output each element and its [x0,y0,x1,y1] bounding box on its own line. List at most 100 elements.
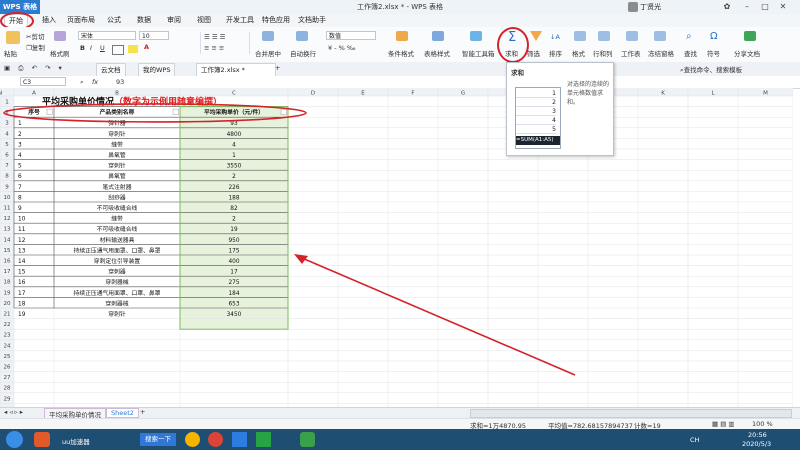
cut-button[interactable]: ✂剪切 [26,31,44,41]
align-icons[interactable]: ☰☰☰ [204,33,227,41]
cell-id: 6 [18,174,22,180]
merge-icon [262,31,274,41]
table-style-icon [432,31,444,41]
menu-insert[interactable]: 插入 [38,14,60,27]
menu-review[interactable]: 审阅 [163,14,185,27]
taskbar-search-button[interactable]: 搜索一下 [140,433,176,446]
row-header: 28 [4,386,11,392]
row-header: 11 [4,206,11,212]
quick-access-icons[interactable]: ▣ ⎙ ↶ ↷ ▾ [4,64,65,73]
sheet-tab-2[interactable]: Sheet2 [106,408,139,418]
menu-developer[interactable]: 开发工具 [222,14,258,27]
worksheet-icon [626,31,638,41]
taskbar-ie-icon[interactable] [232,432,247,447]
ime-indicator[interactable]: CH [690,436,699,444]
fx-icon[interactable]: fx [92,78,98,86]
filter-dropdown-icon [46,108,53,115]
table-style-button[interactable]: 表格样式 [424,48,450,58]
number-format-icons[interactable]: ¥ - % ‰ [328,44,356,52]
paste-icon[interactable] [6,31,20,44]
find-button[interactable]: 查找 [684,48,697,58]
menu-doc-assistant[interactable]: 文档助手 [294,14,330,27]
filter-button[interactable]: 筛选 [527,48,540,58]
italic-icon[interactable]: I [90,44,92,52]
align-h-icons[interactable]: ≡≡≡ [204,44,226,52]
view-mode-icons[interactable]: ▦ ▤ ▥ [712,420,735,428]
menu-formulas[interactable]: 公式 [103,14,125,27]
paste-label[interactable]: 粘贴 [4,48,17,58]
format-painter-button[interactable]: 格式刷 [50,48,70,58]
smart-toolbox-button[interactable]: 智能工具箱 [462,48,495,58]
cond-format-button[interactable]: 条件格式 [388,48,414,58]
tab-cloud-docs[interactable]: 云文档 [96,63,126,76]
sort-button[interactable]: 排序 [549,48,562,58]
cell-price: 275 [228,280,239,286]
name-box[interactable]: C3 [20,77,66,86]
font-name-combo[interactable]: 宋体 [78,31,136,40]
menu-features[interactable]: 特色应用 [258,14,294,27]
merge-center-button[interactable]: 合并居中 [255,48,281,58]
bold-icon[interactable]: B [80,44,85,52]
sheet-nav-icons[interactable]: ◂◃▹▸ [4,408,25,416]
symbol-button[interactable]: 符号 [707,48,720,58]
row-col-button[interactable]: 行和列 [593,48,613,58]
start-button[interactable] [6,431,23,448]
brush-icon [54,31,66,41]
menu-page-layout[interactable]: 页面布局 [63,14,99,27]
cell-id: 1 [18,121,22,127]
taskbar-folder-icon[interactable] [185,432,200,447]
share-button[interactable]: 分享文档 [734,48,760,58]
row-header: 20 [4,301,11,307]
copy-button[interactable]: ❐复制 [26,42,45,52]
close-icon[interactable]: ✕ [776,1,790,13]
cell-category: 笔式注射器 [103,183,132,191]
table-header-cell: 平均采购单价（元/件） [204,108,264,116]
formula-input[interactable]: 93 [116,78,124,86]
cell-id: 17 [18,291,26,297]
taskbar-chrome-icon[interactable] [208,432,223,447]
minimize-icon[interactable]: – [740,1,754,13]
zoom-formula-icon[interactable]: ⌕ [80,78,84,87]
column-header: C [232,91,236,97]
row-header: 24 [4,343,11,349]
tab-workbook2[interactable]: 工作簿2.xlsx * [196,63,276,76]
avatar[interactable] [628,2,638,12]
wrap-text-button[interactable]: 自动换行 [290,48,316,58]
menu-data[interactable]: 数据 [133,14,155,27]
tab-my-wps[interactable]: 我的WPS [138,63,176,76]
freeze-icon [654,31,666,41]
number-format-combo[interactable]: 数值 [326,31,376,40]
taskbar-browser-label[interactable]: uu加速器 [62,436,90,446]
search-command[interactable]: ⌕查找命令、搜索模板 [680,64,742,75]
cell-price: 19 [230,227,238,233]
user-name[interactable]: 丁贤光 [640,0,661,14]
column-header: E [361,91,365,97]
new-tab-icon[interactable]: + [275,64,280,72]
freeze-button[interactable]: 冻结窗格 [648,48,674,58]
horizontal-scrollbar[interactable] [470,409,792,418]
row-header: 16 [4,259,11,265]
taskbar-spreadsheet-icon[interactable] [300,432,315,447]
clock-time[interactable]: 20:56 [748,431,767,439]
taskbar-wps-icon[interactable] [256,432,271,447]
tooltip-title: 求和 [511,69,524,77]
clock-date[interactable]: 2020/5/3 [742,440,771,448]
font-size-combo[interactable]: 10 [139,31,169,40]
font-color-icon[interactable]: A [144,43,149,51]
worksheet-button[interactable]: 工作表 [621,48,641,58]
fill-color-icon[interactable] [128,45,138,53]
menu-view[interactable]: 视图 [193,14,215,27]
add-sheet-icon[interactable]: + [140,408,145,416]
format-button[interactable]: 格式 [572,48,585,58]
cell-id: 14 [18,259,26,265]
zoom-level[interactable]: 100 % [752,420,773,428]
row-header: 27 [4,375,11,381]
maximize-icon[interactable]: □ [758,1,772,13]
underline-icon[interactable]: U [100,44,105,52]
taskbar-app-icon[interactable] [34,432,50,447]
row-header: 8 [5,174,9,180]
skin-icon[interactable]: ✿ [720,1,734,13]
arrow-line [301,257,576,376]
cell-category: 持续正压通气用面罩、口罩、鼻罩 [74,246,161,254]
border-icon[interactable] [112,45,124,55]
